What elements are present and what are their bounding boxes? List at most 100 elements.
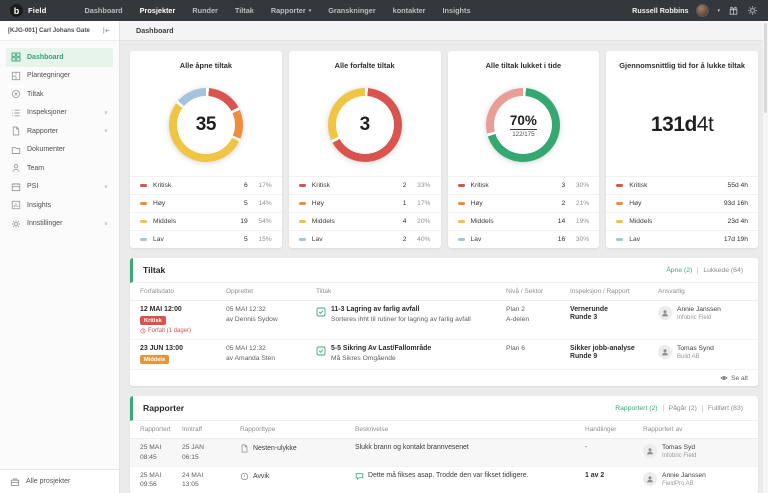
grid-icon — [11, 52, 21, 62]
scrollbar[interactable] — [763, 21, 768, 493]
gift-icon[interactable] — [728, 5, 739, 16]
tiltak-section-title: Tiltak — [143, 265, 165, 275]
comment-icon — [355, 472, 364, 481]
sidebar-item-rapporter[interactable]: Rapporter ∨ — [6, 122, 113, 141]
sidebar-item-inspeksjoner[interactable]: Inspeksjoner ∨ — [6, 104, 113, 123]
priority-badge: Kritisk — [140, 316, 166, 325]
board-icon — [11, 182, 21, 192]
rapport-row[interactable]: 25 MAI 08:45 25 JAN 06:15 Nesten-ulykke … — [130, 439, 758, 467]
person-icon — [11, 163, 21, 173]
legend-row: Lav515% — [130, 230, 282, 248]
brand-name: Field — [28, 6, 47, 15]
legend-row: Høy221% — [448, 194, 600, 212]
avatar — [658, 345, 672, 359]
scrollbar-thumb[interactable] — [764, 23, 767, 113]
donut-center-fraction: 122/175 — [510, 129, 536, 138]
clock-icon — [140, 328, 146, 334]
donut-center-value: 3 — [360, 114, 370, 136]
project-sidebar: [KJG-001] Carl Johans Gate Dashboard Pla… — [0, 21, 120, 493]
legend-chip — [458, 238, 465, 241]
legend-chip — [616, 220, 623, 223]
collapse-sidebar-icon[interactable] — [102, 26, 111, 35]
document-icon — [240, 444, 249, 453]
chevron-down-icon: ∨ — [104, 128, 108, 134]
sidebar-item-team[interactable]: Team — [6, 159, 113, 178]
sidebar-item-tiltak[interactable]: Tiltak — [6, 85, 113, 104]
chevron-down-icon: ∨ — [104, 110, 108, 116]
rapporter-section: Rapporter Rapportert (2) Pågår (2) Fullf… — [130, 396, 758, 493]
tab-fullfort[interactable]: Fullført (83) — [702, 405, 748, 412]
sidebar-item-plantegninger[interactable]: Plantegninger — [6, 67, 113, 86]
breadcrumb-bar: Dashboard — [120, 21, 768, 41]
legend: Kritisk55d 4h Høy93d 16h Middels23d 4h L… — [606, 176, 758, 248]
legend-chip — [299, 220, 306, 223]
gear-icon[interactable] — [747, 5, 758, 16]
legend-row: Lav1630% — [448, 230, 600, 248]
donut-chart-closed-on-time: 70% 122/175 — [486, 88, 560, 162]
user-menu-chevron-icon[interactable]: ▾ — [717, 8, 720, 14]
donut-chart-open-tiltak: 35 — [169, 88, 243, 162]
nav-dashboard[interactable]: Dashboard — [85, 6, 123, 15]
stat-cards: Alle åpne tiltak 35 Kritisk617% Høy514% … — [130, 51, 758, 248]
tiltak-table-header: Forfallsdato Opprettet Tiltak Nivå / Sek… — [130, 283, 758, 301]
legend-chip — [140, 220, 147, 223]
chart-icon — [11, 200, 21, 210]
all-projects-button[interactable]: Alle prosjekter — [0, 469, 119, 493]
user-avatar[interactable] — [696, 4, 709, 17]
legend: Kritisk330% Høy221% Middels1419% Lav1630… — [448, 176, 600, 248]
legend-row: Lav17d 19h — [606, 230, 758, 248]
legend: Kritisk233% Høy117% Middels420% Lav240% — [289, 176, 441, 248]
legend-row: Lav240% — [289, 230, 441, 248]
tab-apne[interactable]: Åpne (2) — [661, 267, 697, 274]
eye-icon — [720, 374, 728, 382]
sidebar-item-psi[interactable]: PSI ∨ — [6, 178, 113, 197]
chevron-down-icon: ∨ — [104, 221, 108, 227]
legend-row: Middels1954% — [130, 212, 282, 230]
report-icon — [11, 126, 21, 136]
legend-chip — [140, 238, 147, 241]
card-title: Alle tiltak lukket i tide — [448, 61, 600, 70]
legend-chip — [616, 202, 623, 205]
rapport-row[interactable]: 25 MAI 09:56 24 MAI 13:05 Avvik Dette må… — [130, 467, 758, 493]
chevron-down-icon: ▾ — [309, 8, 312, 14]
donut-center-value: 35 — [196, 114, 216, 136]
tiltak-row[interactable]: 23 JUN 13:00 Middels 05 MAI 12:32 av Ama… — [130, 340, 758, 370]
nav-insights[interactable]: Insights — [443, 6, 471, 15]
rapporter-table-header: Rapportert Inntraff Rapporttype Beskrive… — [130, 421, 758, 439]
sidebar-item-insights[interactable]: Insights — [6, 196, 113, 215]
tab-rapportert[interactable]: Rapportert (2) — [610, 405, 662, 412]
app-logo-icon[interactable]: b — [10, 4, 23, 17]
card-open-tiltak: Alle åpne tiltak 35 Kritisk617% Høy514% … — [130, 51, 282, 248]
user-name[interactable]: Russell Robbins — [632, 6, 688, 15]
tiltak-section: Tiltak Åpne (2) Lukkede (64) Forfallsdat… — [130, 258, 758, 386]
tab-lukkede[interactable]: Lukkede (64) — [697, 267, 748, 274]
legend-chip — [299, 238, 306, 241]
sidebar-item-dokumenter[interactable]: Dokumenter — [6, 141, 113, 160]
tab-pagar[interactable]: Pågår (2) — [663, 405, 702, 412]
sidebar-item-dashboard[interactable]: Dashboard — [6, 48, 113, 67]
nav-kontakter[interactable]: kontakter — [393, 6, 426, 15]
project-selector[interactable]: [KJG-001] Carl Johans Gate — [8, 27, 90, 34]
card-closed-on-time: Alle tiltak lukket i tide 70% 122/175 Kr… — [448, 51, 600, 248]
donut-center-percent: 70% — [510, 113, 537, 128]
see-all-link[interactable]: Se alt — [130, 370, 758, 386]
nav-tiltak[interactable]: Tiltak — [235, 6, 254, 15]
nav-runder[interactable]: Runder — [192, 6, 218, 15]
legend-row: Kritisk330% — [448, 176, 600, 194]
rapporter-section-title: Rapporter — [143, 403, 184, 413]
legend-chip — [140, 184, 147, 187]
legend-row: Middels1419% — [448, 212, 600, 230]
legend: Kritisk617% Høy514% Middels1954% Lav515% — [130, 176, 282, 248]
tiltak-type-icon — [316, 307, 326, 317]
sidebar-item-innstillinger[interactable]: Innstillinger ∨ — [6, 215, 113, 234]
donut-chart-overdue-tiltak: 3 — [328, 88, 402, 162]
nav-granskninger[interactable]: Granskninger — [328, 6, 375, 15]
nav-rapporter[interactable]: Rapporter▾ — [271, 6, 311, 15]
legend-chip — [616, 184, 623, 187]
main-area: Dashboard Alle åpne tiltak 35 Kritisk617… — [120, 21, 768, 493]
legend-chip — [140, 202, 147, 205]
nav-prosjekter[interactable]: Prosjekter — [140, 6, 176, 15]
folder-icon — [11, 145, 21, 155]
tiltak-row[interactable]: 12 MAI 12:00 Kritisk Forfalt (1 dager) 0… — [130, 301, 758, 340]
card-title: Alle åpne tiltak — [130, 61, 282, 70]
